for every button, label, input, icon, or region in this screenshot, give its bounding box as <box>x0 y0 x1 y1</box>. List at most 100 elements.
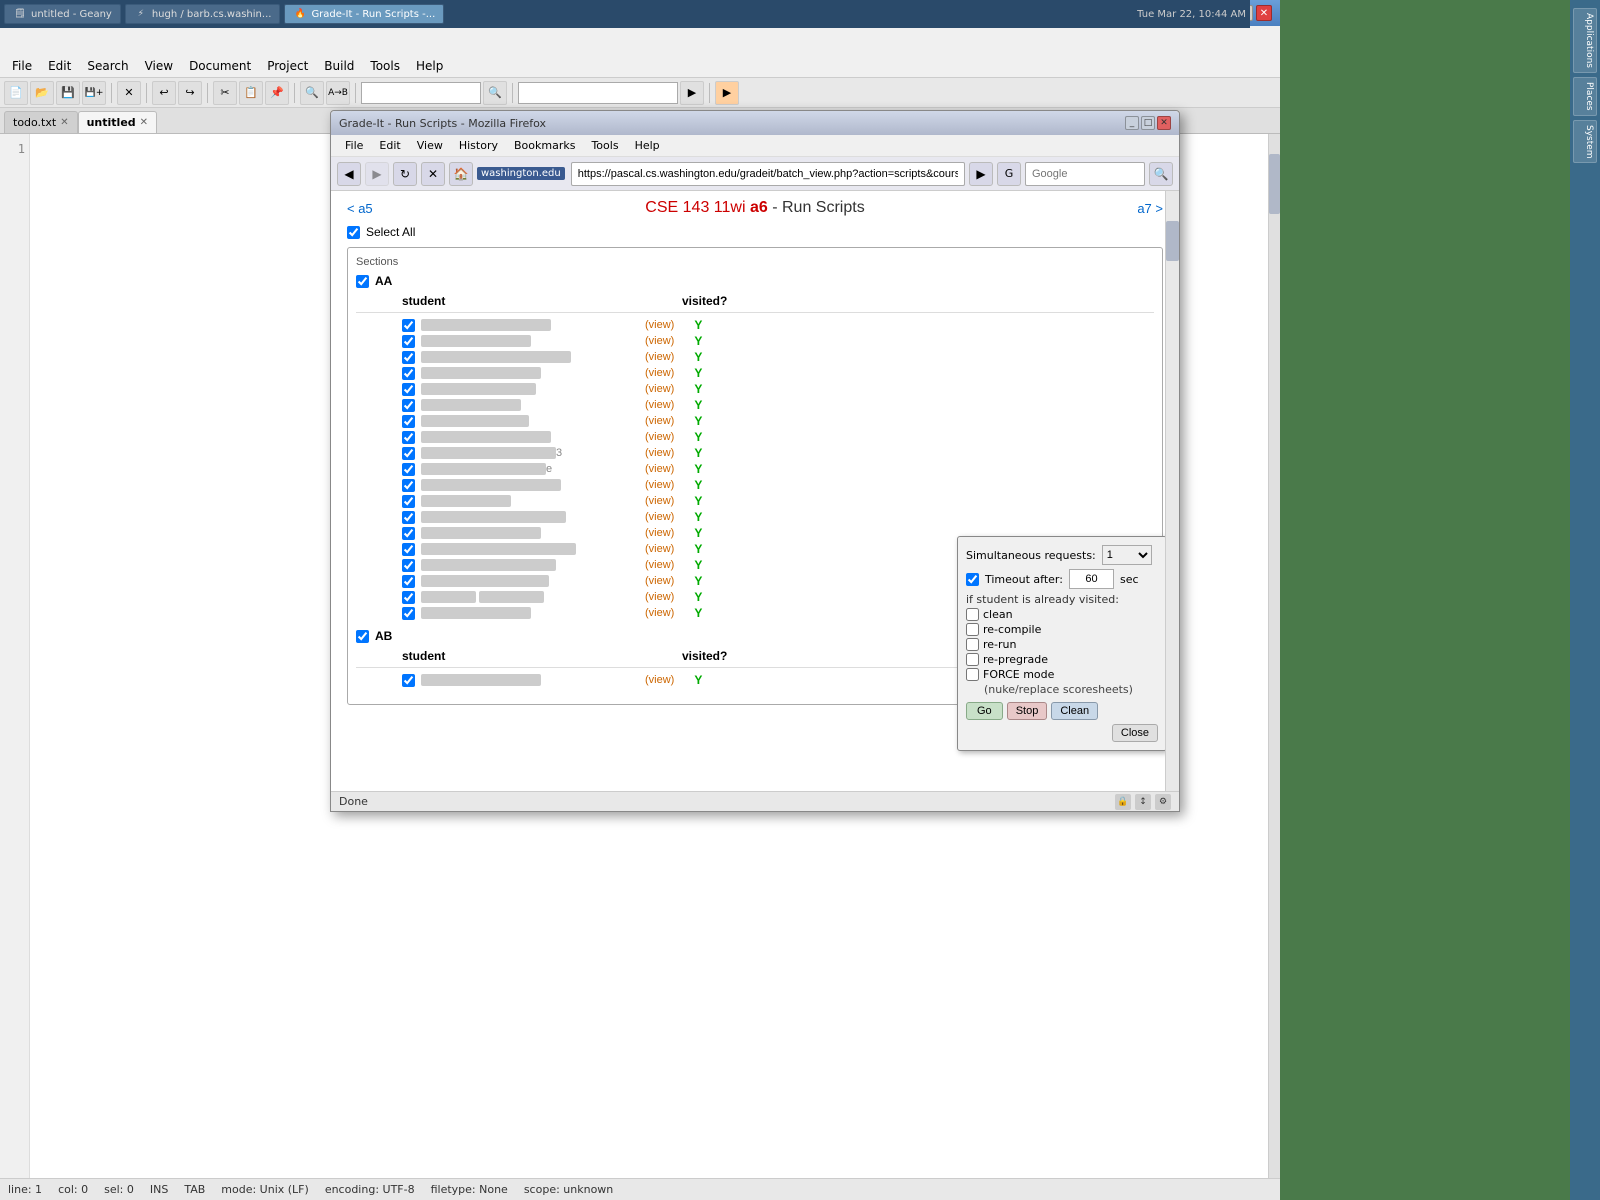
tb-run[interactable]: ▶ <box>715 81 739 105</box>
ff-menu-file[interactable]: File <box>337 137 371 154</box>
search-input[interactable] <box>518 82 678 104</box>
tb-open[interactable]: 📂 <box>30 81 54 105</box>
geany-close[interactable]: ✕ <box>1256 5 1272 21</box>
ff-forward[interactable]: ▶ <box>365 162 389 186</box>
student-4-checkbox[interactable] <box>402 367 415 380</box>
ff-status-icon-2[interactable]: ↕ <box>1135 794 1151 810</box>
ff-close[interactable]: ✕ <box>1157 116 1171 130</box>
student-15-checkbox[interactable] <box>402 543 415 556</box>
go-button[interactable]: Go <box>966 702 1003 720</box>
menu-edit[interactable]: Edit <box>40 57 79 75</box>
student-8-checkbox[interactable] <box>402 431 415 444</box>
tb-jump[interactable]: 🔍 <box>483 81 507 105</box>
ff-back[interactable]: ◀ <box>337 162 361 186</box>
ff-search-engine[interactable]: G <box>997 162 1021 186</box>
title-cse143[interactable]: CSE 143 <box>645 199 709 216</box>
tb-find[interactable]: 🔍 <box>300 81 324 105</box>
tab-untitled[interactable]: untitled ✕ <box>78 111 157 133</box>
ff-menu-tools[interactable]: Tools <box>583 137 626 154</box>
menu-document[interactable]: Document <box>181 57 259 75</box>
student-6-view[interactable]: (view) <box>645 399 674 411</box>
nav-prev[interactable]: < a5 <box>347 201 373 216</box>
opt-clean-checkbox[interactable] <box>966 608 979 621</box>
menu-file[interactable]: File <box>4 57 40 75</box>
student-11-view[interactable]: (view) <box>645 479 674 491</box>
student-7-checkbox[interactable] <box>402 415 415 428</box>
close-button[interactable]: Close <box>1112 724 1158 742</box>
simultaneous-select[interactable]: 1 2 3 <box>1102 545 1152 565</box>
tb-paste[interactable]: 📌 <box>265 81 289 105</box>
clean-button[interactable]: Clean <box>1051 702 1098 720</box>
ff-menu-history[interactable]: History <box>451 137 506 154</box>
search-bar[interactable] <box>1025 162 1145 186</box>
ff-menu-help[interactable]: Help <box>627 137 668 154</box>
opt-recompile-checkbox[interactable] <box>966 623 979 636</box>
ff-search-go[interactable]: 🔍 <box>1149 162 1173 186</box>
student-10-view[interactable]: (view) <box>645 463 674 475</box>
student-14-checkbox[interactable] <box>402 527 415 540</box>
tab-todo[interactable]: todo.txt ✕ <box>4 111 78 133</box>
tb-save-all[interactable]: 💾+ <box>82 81 106 105</box>
editor-scrollbar[interactable] <box>1268 134 1280 1178</box>
student-2-view[interactable]: (view) <box>645 335 674 347</box>
rpanel-applications[interactable]: Applications <box>1573 8 1597 73</box>
student-16-checkbox[interactable] <box>402 559 415 572</box>
student-12-checkbox[interactable] <box>402 495 415 508</box>
menu-build[interactable]: Build <box>316 57 362 75</box>
scroll-thumb[interactable] <box>1269 154 1280 214</box>
student-13-checkbox[interactable] <box>402 511 415 524</box>
ff-menu-edit[interactable]: Edit <box>371 137 408 154</box>
student-8-view[interactable]: (view) <box>645 431 674 443</box>
menu-tools[interactable]: Tools <box>362 57 408 75</box>
student-10-checkbox[interactable] <box>402 463 415 476</box>
student-7-view[interactable]: (view) <box>645 415 674 427</box>
student-14-view[interactable]: (view) <box>645 527 674 539</box>
timeout-input[interactable] <box>1069 569 1114 589</box>
student-19-checkbox[interactable] <box>402 607 415 620</box>
timeout-checkbox[interactable] <box>966 573 979 586</box>
student-4-view[interactable]: (view) <box>645 367 674 379</box>
student-3-checkbox[interactable] <box>402 351 415 364</box>
menu-project[interactable]: Project <box>259 57 316 75</box>
student-16-view[interactable]: (view) <box>645 559 674 571</box>
student-5-view[interactable]: (view) <box>645 383 674 395</box>
select-all-label[interactable]: Select All <box>366 225 415 239</box>
student-1-view[interactable]: (view) <box>645 319 674 331</box>
nav-next[interactable]: a7 > <box>1137 201 1163 216</box>
student-2-checkbox[interactable] <box>402 335 415 348</box>
task-geany[interactable]: 🗒 untitled - Geany <box>4 4 121 24</box>
opt-repregrade-checkbox[interactable] <box>966 653 979 666</box>
task-filezilla[interactable]: ⚡ hugh / barb.cs.washin... <box>125 4 281 24</box>
ff-scrollbar[interactable] <box>1165 191 1179 791</box>
rpanel-places[interactable]: Places <box>1573 77 1597 116</box>
url-bar[interactable] <box>571 162 965 186</box>
student-17-checkbox[interactable] <box>402 575 415 588</box>
student-6-checkbox[interactable] <box>402 399 415 412</box>
student-12-view[interactable]: (view) <box>645 495 674 507</box>
task-firefox[interactable]: 🔥 Grade-It - Run Scripts -... <box>284 4 444 24</box>
student-17-view[interactable]: (view) <box>645 575 674 587</box>
student-ab-1-checkbox[interactable] <box>402 674 415 687</box>
student-11-checkbox[interactable] <box>402 479 415 492</box>
menu-help[interactable]: Help <box>408 57 451 75</box>
ff-menu-view[interactable]: View <box>409 137 451 154</box>
tab-untitled-close[interactable]: ✕ <box>140 117 148 128</box>
student-3-view[interactable]: (view) <box>645 351 674 363</box>
title-quarter[interactable]: 11wi <box>714 199 746 216</box>
student-9-view[interactable]: (view) <box>645 447 674 459</box>
tb-cut[interactable]: ✂ <box>213 81 237 105</box>
section-ab-checkbox[interactable] <box>356 630 369 643</box>
ff-minimize[interactable]: _ <box>1125 116 1139 130</box>
tb-close[interactable]: ✕ <box>117 81 141 105</box>
menu-search[interactable]: Search <box>79 57 136 75</box>
student-1-checkbox[interactable] <box>402 319 415 332</box>
student-18-view[interactable]: (view) <box>645 591 674 603</box>
ff-stop[interactable]: ✕ <box>421 162 445 186</box>
student-15-view[interactable]: (view) <box>645 543 674 555</box>
ff-menu-bookmarks[interactable]: Bookmarks <box>506 137 583 154</box>
ff-reload[interactable]: ↻ <box>393 162 417 186</box>
ff-home[interactable]: 🏠 <box>449 162 473 186</box>
tb-search-go[interactable]: ▶ <box>680 81 704 105</box>
rpanel-system[interactable]: System <box>1573 120 1597 164</box>
tb-save[interactable]: 💾 <box>56 81 80 105</box>
